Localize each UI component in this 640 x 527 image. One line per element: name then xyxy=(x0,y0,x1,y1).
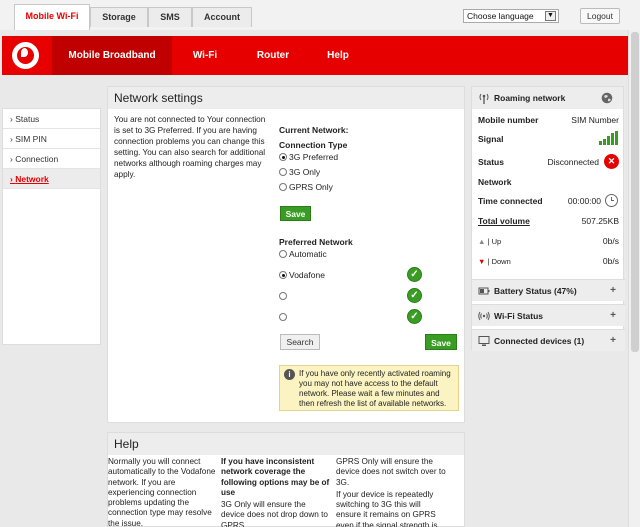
sidebar-item-sim-pin[interactable]: › SIM PIN xyxy=(3,129,100,149)
page-scrollbar[interactable] xyxy=(628,30,640,527)
status-panel: Roaming network Mobile number SIM Number… xyxy=(471,86,625,351)
globe-icon[interactable] xyxy=(601,92,613,104)
vodafone-logo-icon xyxy=(12,42,39,69)
language-select-value: Choose language xyxy=(467,11,534,21)
total-volume-row: Total volume 507.25KB xyxy=(478,216,619,226)
status-badge: Disconnected xyxy=(547,157,599,167)
help-col-2-heading: If you have inconsistent network coverag… xyxy=(221,457,330,497)
network-intro-text: You are not connected to Your connection… xyxy=(114,115,266,179)
antenna-icon xyxy=(479,93,489,104)
network-label: Network xyxy=(478,177,512,187)
monitor-icon xyxy=(478,336,490,346)
sidebar: › Status › SIM PIN › Connection › Networ… xyxy=(2,108,101,345)
radio-3g-only[interactable]: 3G Only xyxy=(279,167,320,178)
main-nav: Mobile Broadband Wi-Fi Router Help xyxy=(2,36,636,75)
help-panel: Help Normally you will connect automatic… xyxy=(107,432,465,527)
connected-devices-section[interactable]: Connected devices (1) + xyxy=(472,329,625,351)
roaming-header: Roaming network xyxy=(472,87,623,109)
roaming-note: i If you have only recently activated ro… xyxy=(279,365,459,411)
radio-network-4[interactable] xyxy=(279,312,289,323)
radio-3g-preferred[interactable]: 3G Preferred xyxy=(279,152,338,163)
check-icon: ✓ xyxy=(407,288,422,303)
check-icon: ✓ xyxy=(407,267,422,282)
mobile-number-row: Mobile number SIM Number xyxy=(478,115,619,125)
sidebar-item-network[interactable]: › Network xyxy=(3,169,100,189)
roaming-title: Roaming network xyxy=(494,93,566,103)
top-bar: Mobile Wi-Fi Storage SMS Account Choose … xyxy=(0,0,640,30)
expand-plus-icon[interactable]: + xyxy=(610,305,616,327)
network-settings-panel: Network settings You are not connected t… xyxy=(107,86,465,423)
nav-wifi[interactable]: Wi-Fi xyxy=(172,36,238,75)
time-connected-row: Time connected 00:00:00 xyxy=(478,194,619,207)
tab-storage[interactable]: Storage xyxy=(90,7,148,27)
chevron-down-icon: ▼ xyxy=(545,11,556,21)
tab-account[interactable]: Account xyxy=(192,7,252,27)
battery-icon xyxy=(478,287,490,295)
save-preferred-button[interactable]: Save xyxy=(425,334,457,350)
help-col-1: Normally you will connect automatically … xyxy=(108,457,216,527)
save-button[interactable]: Save xyxy=(280,206,311,221)
info-icon: i xyxy=(284,369,295,380)
expand-plus-icon[interactable]: + xyxy=(610,280,616,302)
arrow-down-icon: ▼ xyxy=(478,257,486,266)
help-title: Help xyxy=(108,433,464,455)
download-row: ▼ | Down 0b/s xyxy=(478,256,619,266)
nav-mobile-broadband[interactable]: Mobile Broadband xyxy=(52,36,172,75)
status-row: Status Disconnected ✕ xyxy=(478,154,619,169)
radio-gprs-only[interactable]: GPRS Only xyxy=(279,182,333,193)
clock-icon xyxy=(605,194,618,207)
expand-plus-icon[interactable]: + xyxy=(610,330,616,352)
search-button[interactable]: Search xyxy=(280,334,320,350)
total-volume-link[interactable]: Total volume xyxy=(478,216,530,226)
signal-row: Signal xyxy=(478,131,619,145)
logout-button[interactable]: Logout xyxy=(580,8,620,24)
sidebar-item-status[interactable]: › Status xyxy=(3,109,100,129)
current-network-label: Current Network: xyxy=(279,125,349,135)
help-col-3-text-b: If your device is repeatedly switching t… xyxy=(336,489,438,527)
preferred-network-label: Preferred Network xyxy=(279,237,353,247)
wifi-icon xyxy=(478,311,490,321)
nav-router[interactable]: Router xyxy=(238,36,308,75)
arrow-up-icon: ▲ xyxy=(478,237,486,246)
wifi-status-section[interactable]: Wi-Fi Status + xyxy=(472,304,625,326)
tab-mobile-wifi[interactable]: Mobile Wi-Fi xyxy=(14,4,90,30)
check-icon: ✓ xyxy=(407,309,422,324)
page-title: Network settings xyxy=(108,87,464,109)
upload-row: ▲ | Up 0b/s xyxy=(478,236,619,246)
help-col-2-text: 3G Only will ensure the device does not … xyxy=(221,500,328,527)
connection-type-label: Connection Type xyxy=(279,140,348,150)
language-select[interactable]: Choose language ▼ xyxy=(463,9,559,23)
radio-automatic[interactable]: Automatic xyxy=(279,249,327,260)
radio-vodafone[interactable]: Vodafone xyxy=(279,270,325,281)
help-col-2: If you have inconsistent network coverag… xyxy=(221,457,331,527)
tab-sms[interactable]: SMS xyxy=(148,7,192,27)
scrollbar-thumb[interactable] xyxy=(631,32,639,352)
help-col-3-text: GPRS Only will ensure the device does no… xyxy=(336,457,446,487)
nav-help[interactable]: Help xyxy=(308,36,368,75)
radio-network-3[interactable] xyxy=(279,291,289,302)
disconnect-icon[interactable]: ✕ xyxy=(604,154,619,169)
help-col-3: GPRS Only will ensure the device does no… xyxy=(336,457,446,527)
signal-bars-icon xyxy=(599,131,618,145)
battery-status-section[interactable]: Battery Status (47%) + xyxy=(472,279,625,301)
sidebar-item-connection[interactable]: › Connection xyxy=(3,149,100,169)
